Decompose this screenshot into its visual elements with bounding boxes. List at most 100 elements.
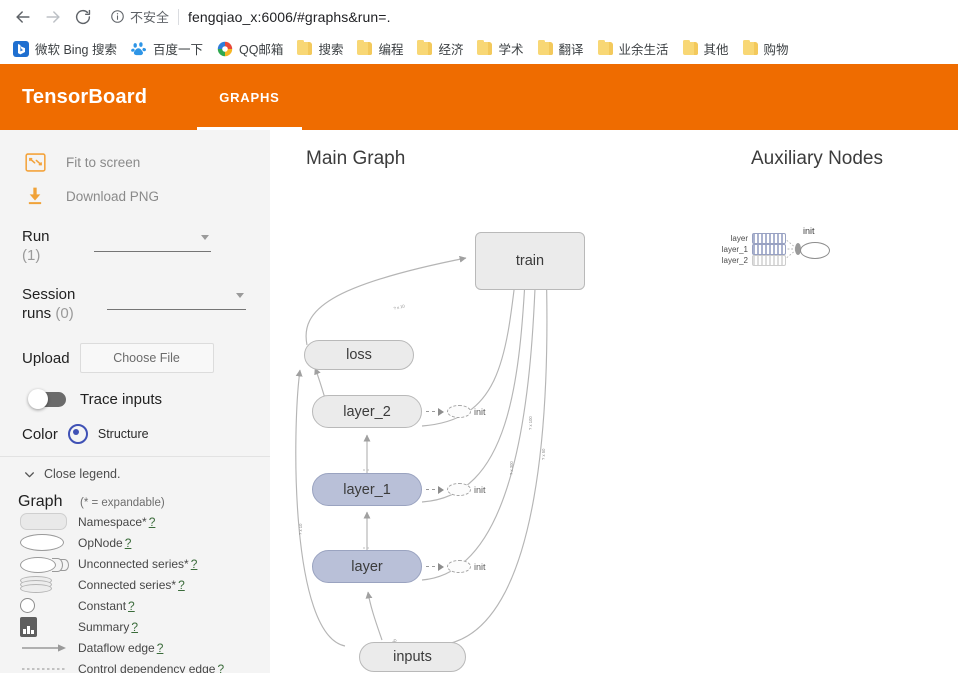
aux-graph-title: Auxiliary Nodes — [751, 148, 883, 169]
graph-node-loss[interactable]: loss — [304, 340, 414, 370]
help-link[interactable]: ? — [125, 536, 132, 550]
bookmark-folder-fanyi[interactable]: 翻译 — [531, 36, 591, 61]
aux-nodes-cluster[interactable]: layer layer_1 layer_2 init — [712, 226, 830, 278]
forward-icon[interactable] — [38, 2, 68, 32]
fit-to-screen-button[interactable]: Fit to screen — [0, 147, 270, 177]
init-node-layer_2[interactable]: init — [426, 405, 486, 418]
color-structure-radio[interactable] — [67, 424, 88, 444]
legend-item-unconnected-series: Unconnected series*? — [18, 553, 258, 574]
graph-node-inputs[interactable]: inputs — [359, 642, 466, 672]
run-count: (1) — [22, 247, 41, 264]
graph-node-train[interactable]: train — [475, 232, 585, 290]
help-link[interactable]: ? — [217, 662, 224, 673]
init-label: init — [474, 484, 486, 495]
bookmark-folder-xueshu[interactable]: 学术 — [470, 36, 530, 61]
session-runs-select[interactable] — [107, 289, 246, 310]
help-link[interactable]: ? — [157, 641, 164, 655]
connected-series-swatch-icon — [18, 576, 78, 593]
download-png-button[interactable]: Download PNG — [0, 181, 270, 211]
baidu-icon — [131, 41, 146, 55]
tensorboard-body: Fit to screen Download PNG Run (1) Sessi… — [0, 130, 958, 673]
init-node-layer[interactable]: init — [426, 560, 486, 573]
run-label-text: Run — [22, 228, 50, 245]
bookmark-folder-qita[interactable]: 其他 — [676, 36, 736, 61]
dataflow-edge-swatch-icon — [18, 642, 78, 654]
folder-icon — [417, 39, 433, 55]
bookmark-folder-sousuo[interactable]: 搜索 — [290, 36, 350, 61]
legend-label: Dataflow edge? — [78, 641, 163, 655]
help-link[interactable]: ? — [178, 578, 185, 592]
session-runs-selector-row: Session runs (0) — [0, 285, 270, 323]
graph-node-layer_2[interactable]: layer_2 — [312, 395, 422, 428]
graph-node-layer[interactable]: layer — [312, 550, 422, 583]
bing-icon — [13, 40, 29, 57]
bookmark-label: 经济 — [438, 43, 464, 57]
graph-node-layer_1[interactable]: layer_1 — [312, 473, 422, 506]
legend-label-text: Constant — [78, 598, 127, 613]
chevron-down-icon — [236, 293, 244, 298]
session-runs-label: Session runs (0) — [22, 285, 94, 323]
graph-canvas[interactable]: Main Graph Auxiliary Nodes ? x 10 ? x 30… — [270, 130, 958, 673]
chevron-down-icon — [22, 467, 36, 481]
legend-label-text: Connected series* — [78, 577, 177, 592]
bookmark-folder-gouwu[interactable]: 购物 — [736, 36, 796, 61]
bookmark-baidu[interactable]: 百度一下 — [124, 36, 210, 61]
bookmark-folder-jingji[interactable]: 经济 — [410, 36, 470, 61]
folder-icon — [297, 39, 313, 55]
help-link[interactable]: ? — [149, 515, 156, 529]
session-runs-count: (0) — [55, 305, 74, 322]
color-structure-label: Structure — [97, 427, 149, 441]
close-legend-button[interactable]: Close legend. — [22, 467, 258, 481]
bookmark-label: 学术 — [498, 43, 524, 57]
help-link[interactable]: ? — [131, 620, 138, 634]
aux-series-layer_2[interactable]: layer_2 — [712, 254, 786, 266]
bookmark-folder-biancheng[interactable]: 编程 — [350, 36, 410, 61]
connected-series-icon — [752, 243, 786, 255]
aux-init-ellipse-icon[interactable] — [800, 242, 830, 259]
choose-file-button[interactable]: Choose File — [79, 343, 214, 373]
legend-label: OpNode? — [78, 536, 131, 550]
connected-series-icon — [752, 232, 786, 244]
reload-icon[interactable] — [68, 2, 98, 32]
legend-label: Unconnected series*? — [78, 557, 197, 571]
help-link[interactable]: ? — [128, 599, 135, 613]
edge-label: ? x 10 — [393, 303, 406, 311]
folder-icon — [477, 39, 493, 55]
color-label: Color — [22, 425, 58, 443]
edge-label: ? x 300 — [509, 461, 514, 475]
summary-swatch-icon — [18, 616, 78, 637]
legend-label-text: Control dependency edge — [78, 661, 216, 673]
back-icon[interactable] — [8, 2, 38, 32]
legend-label: Constant? — [78, 599, 135, 613]
chevron-down-icon — [201, 235, 209, 240]
init-node-layer_1[interactable]: init — [426, 483, 486, 496]
dashed-edge-icon — [426, 410, 435, 413]
url-text[interactable]: fengqiao_x:6006/#graphs&run=. — [188, 9, 391, 25]
folder-icon — [742, 39, 758, 55]
bookmark-qqmail[interactable]: QQ邮箱 — [210, 36, 290, 61]
browser-window: 不安全 fengqiao_x:6006/#graphs&run=. 微软 Bin… — [0, 0, 958, 673]
tab-graphs[interactable]: GRAPHS — [197, 64, 303, 130]
bookmark-folder-yeyushenghuo[interactable]: 业余生活 — [591, 36, 676, 61]
upload-row: Upload Choose File — [0, 343, 270, 373]
bookmark-bing[interactable]: 微软 Bing 搜索 — [6, 36, 124, 61]
trace-inputs-toggle[interactable] — [28, 389, 66, 409]
address-bar[interactable]: 不安全 fengqiao_x:6006/#graphs&run=. — [106, 3, 958, 30]
help-link[interactable]: ? — [191, 557, 198, 571]
legend-hint: (* = expandable) — [80, 497, 165, 509]
legend-label: Namespace*? — [78, 515, 155, 529]
run-select[interactable] — [94, 231, 211, 252]
legend-label: Connected series*? — [78, 578, 185, 592]
bookmark-label: 搜索 — [318, 43, 344, 57]
legend-title-row: Graph (* = expandable) — [18, 493, 258, 511]
tensorboard-tabs: GRAPHS — [197, 64, 303, 130]
trace-inputs-row[interactable]: Trace inputs — [0, 389, 270, 409]
security-indicator[interactable]: 不安全 — [106, 7, 169, 26]
tensorboard-brand[interactable]: TensorBoard — [22, 86, 147, 109]
fit-to-screen-label: Fit to screen — [66, 154, 141, 170]
qq-mail-icon — [217, 41, 233, 56]
control-dependency-edge-swatch-icon — [18, 663, 78, 673]
namespace-swatch-icon — [18, 513, 78, 530]
folder-icon — [597, 39, 613, 55]
bookmark-label: 翻译 — [558, 43, 584, 57]
